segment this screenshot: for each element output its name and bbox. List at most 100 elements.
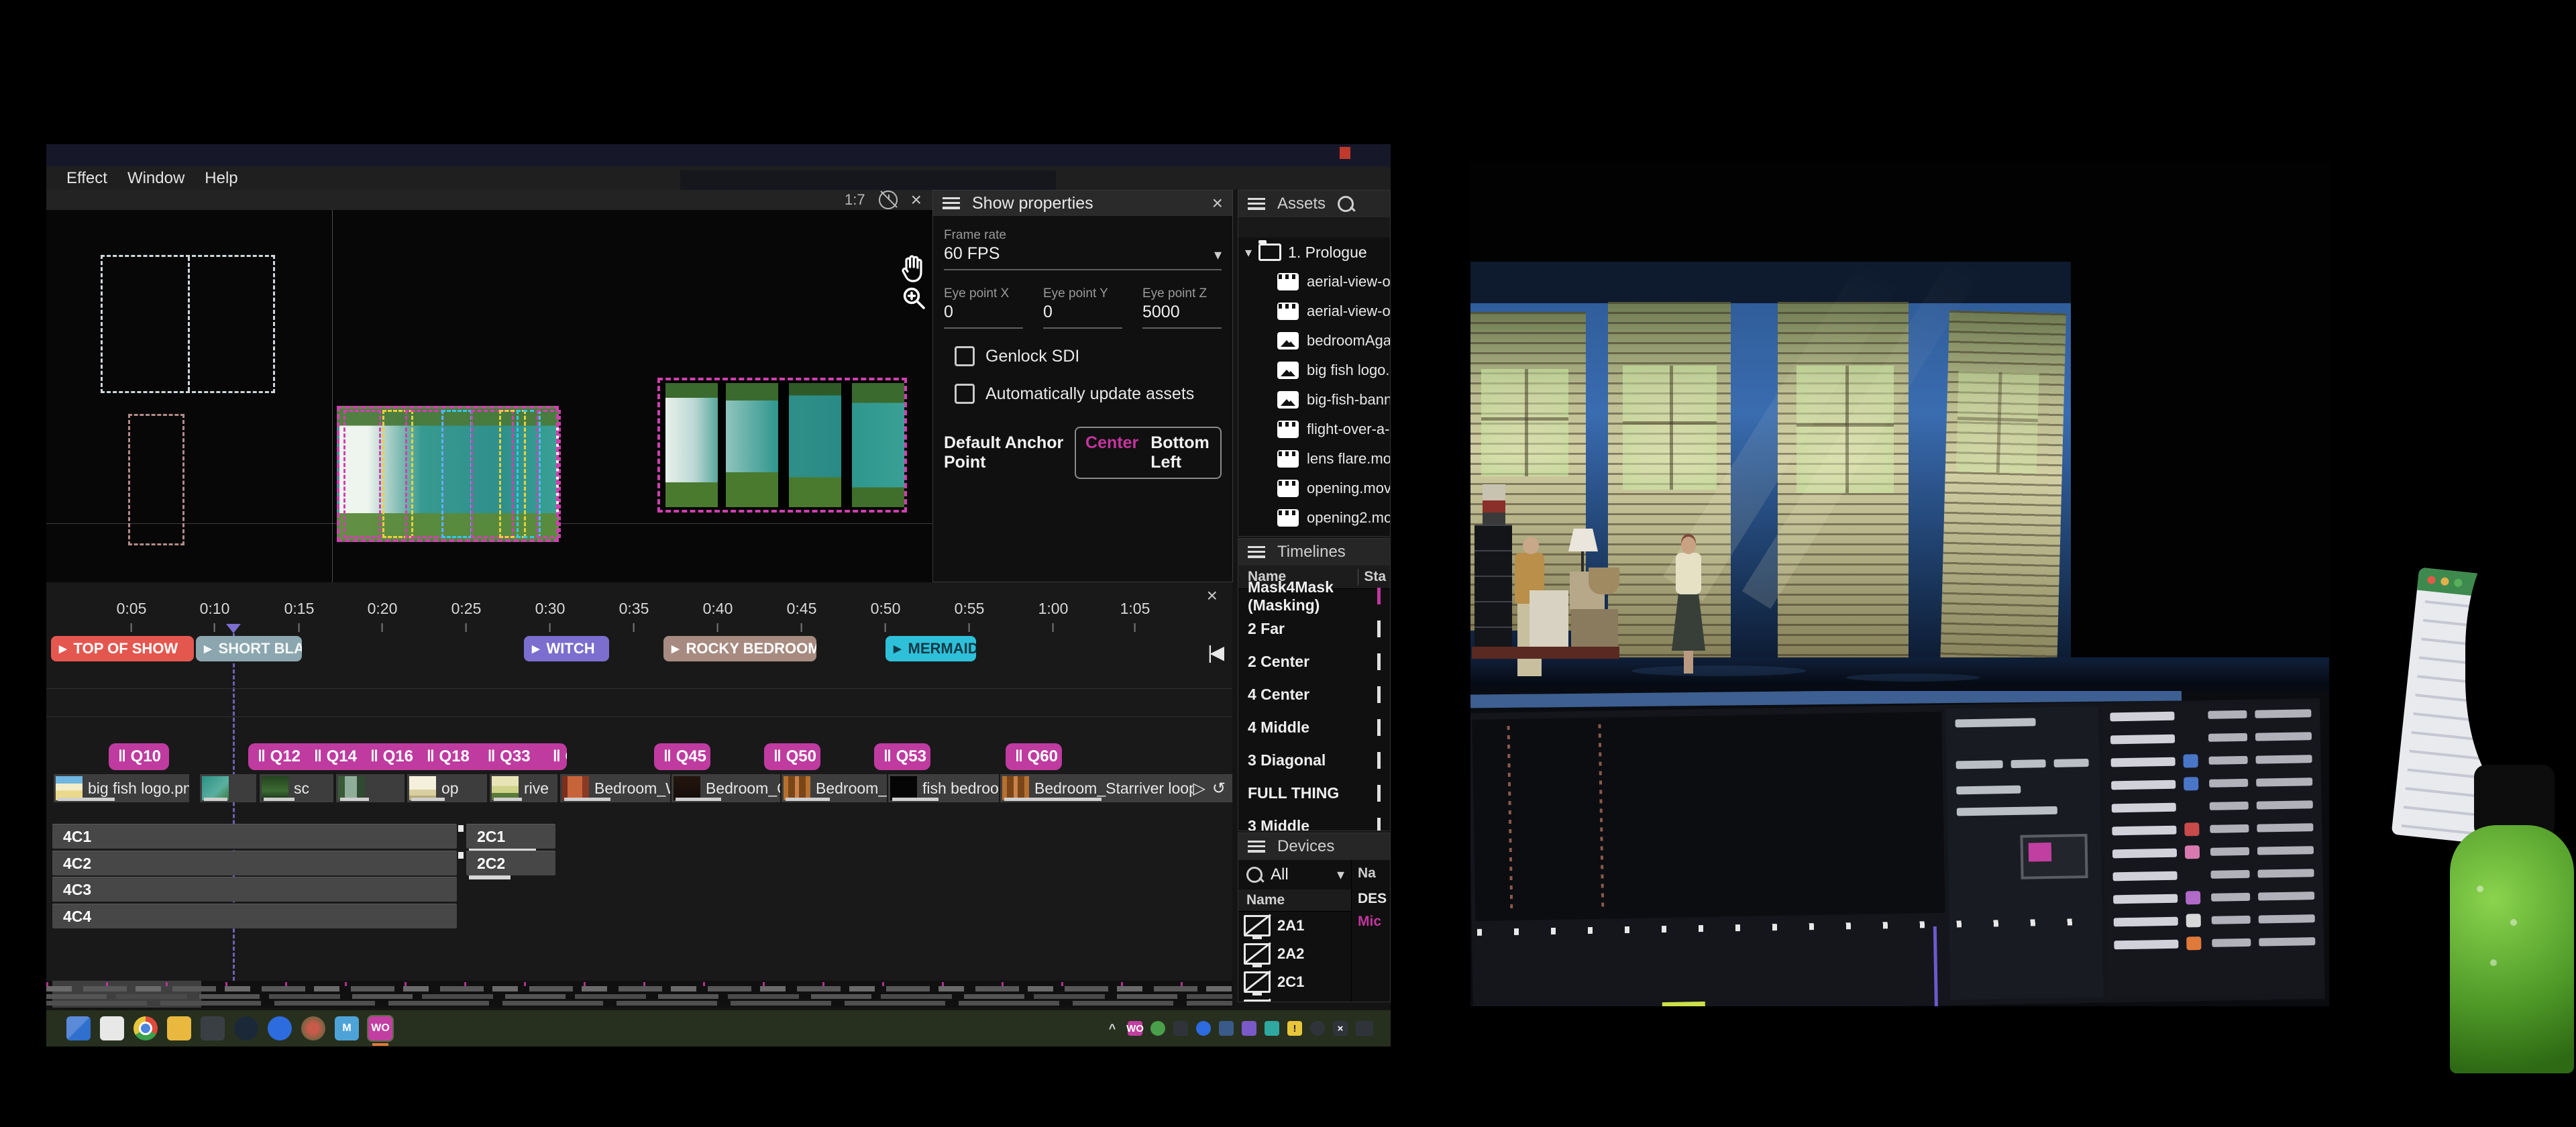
taskbar-icon-shield-app[interactable] <box>201 1016 225 1040</box>
media-clip[interactable]: ▷ ↺ <box>335 774 405 802</box>
anchor-bottom-left-option[interactable]: Bottom Left <box>1150 433 1211 472</box>
devices-column-header[interactable]: Name <box>1238 890 1351 912</box>
display-region-outline[interactable] <box>343 410 381 538</box>
taskbar-icon-media-app[interactable] <box>301 1016 325 1040</box>
search-icon[interactable] <box>1338 196 1354 212</box>
system-tray-icon-tray-volume-muted[interactable]: × <box>1333 1021 1348 1036</box>
media-clip[interactable]: rive ▷ ↺ <box>488 774 557 802</box>
timeline-dock[interactable]: × |◀ 0:05 0:10 0:15 0:20 0:25 <box>46 582 1232 981</box>
menu-item[interactable]: Help <box>205 169 237 188</box>
auto-update-checkbox-row[interactable]: Automatically update assets <box>955 384 1222 404</box>
track-block[interactable]: 4C1 <box>52 824 457 849</box>
cue-label-chip[interactable]: ▶ ROCKY BEDROOM <box>663 636 816 661</box>
timeline-row-FULL THING[interactable]: FULL THING <box>1238 777 1390 810</box>
river-media-layer-sliced[interactable] <box>657 378 907 513</box>
screen-outline-tall[interactable] <box>128 414 184 545</box>
screen-outline-pair[interactable] <box>101 255 275 393</box>
taskbar-icon-m-app[interactable]: M <box>335 1016 359 1040</box>
cue-label-chip[interactable]: ▶ TOP OF SHOW <box>51 636 194 661</box>
asset-item-aerial-view-of-stu[interactable]: aerial-view-of-stu <box>1238 297 1390 326</box>
cue-pause-block[interactable]: ‖ Q53 <box>874 743 930 770</box>
cue-label-chip[interactable]: ▶ MERMAID <box>885 636 976 661</box>
river-media-layer[interactable] <box>337 406 559 542</box>
taskbar-icon-blue-app[interactable] <box>268 1016 292 1040</box>
panel-menu-icon[interactable] <box>943 197 960 209</box>
track-block[interactable]: 4C4 <box>52 904 457 928</box>
track-block[interactable]: 4C2 <box>52 851 457 875</box>
asset-item-big-fish-banner.jp[interactable]: big-fish-banner.jp <box>1238 385 1390 415</box>
asset-item-opening.mov[interactable]: opening.mov <box>1238 474 1390 503</box>
taskbar-icon-steam[interactable] <box>234 1016 258 1040</box>
stage-canvas[interactable]: 1:7 × <box>46 190 933 582</box>
genlock-checkbox-row[interactable]: Genlock SDI <box>955 346 1222 366</box>
timer-icon[interactable] <box>879 191 898 209</box>
taskbar-icon-watchout[interactable]: WO <box>368 1016 392 1040</box>
track-block-2c[interactable]: 2C2 <box>466 851 555 875</box>
taskbar-icon-file-explorer[interactable] <box>167 1016 191 1040</box>
system-tray-icon-tray-blue-square[interactable] <box>1219 1021 1234 1036</box>
device-row-2A2[interactable]: 2A2 <box>1238 940 1351 968</box>
media-clip[interactable]: ▷ ↺ <box>199 774 256 802</box>
system-tray-icon-tray-expand[interactable]: ^ <box>1105 1021 1120 1036</box>
clip-play-icon[interactable]: ▷ <box>1193 779 1205 798</box>
timeline-row-2 Far[interactable]: 2 Far <box>1238 612 1390 645</box>
devices-filter[interactable]: All ▾ <box>1238 860 1351 890</box>
system-tray-icon-tray-bluetooth[interactable] <box>1196 1021 1211 1036</box>
chevron-down-icon[interactable]: ▾ <box>1214 246 1222 264</box>
eye-point-y-field[interactable]: Eye point Y 0 <box>1043 286 1122 329</box>
twisty-icon[interactable]: ▾ <box>1245 244 1252 261</box>
media-clip[interactable]: Bedroom_Starriver loop.mov ▷ ↺ <box>999 774 1232 802</box>
track-block[interactable]: 4C3 <box>52 877 457 902</box>
media-clip[interactable]: Bedroom_Witch_S ▷ ↺ <box>559 774 670 802</box>
panel-menu-icon[interactable] <box>1248 546 1265 558</box>
device-row-2C1[interactable]: 2C1 <box>1238 968 1351 996</box>
display-region-outline[interactable] <box>441 410 472 538</box>
panel-menu-icon[interactable] <box>1248 841 1265 853</box>
system-tray-icon-tray-camera[interactable] <box>1173 1021 1188 1036</box>
frame-rate-field[interactable]: Frame rate 60 FPS ▾ <box>944 228 1222 270</box>
asset-item-big fish logo.png[interactable]: big fish logo.png <box>1238 356 1390 385</box>
timeline-row-3 Diagonal[interactable]: 3 Diagonal <box>1238 744 1390 777</box>
system-tray-icon-tray-green[interactable] <box>1150 1021 1165 1036</box>
cue-label-chip[interactable]: ▶ WITCH <box>524 636 609 661</box>
cue-pause-block[interactable]: ‖ Q60 <box>1006 743 1062 770</box>
menu-item[interactable]: Effect <box>66 169 107 188</box>
timeline-overview-strip[interactable] <box>46 981 1232 1008</box>
skip-to-start-icon[interactable]: |◀ <box>1208 641 1222 663</box>
cue-label-chip[interactable]: ▶ SHORT BLACKOUT <box>196 636 302 661</box>
panel-close-button[interactable]: × <box>1212 194 1223 213</box>
devices-right-col-header[interactable]: Na <box>1358 865 1376 881</box>
cue-pause-block[interactable]: ‖ Q45 <box>654 743 710 770</box>
system-tray-icon-tray-purple[interactable] <box>1242 1021 1256 1036</box>
playhead-line[interactable] <box>233 633 235 981</box>
pan-hand-tool[interactable] <box>900 254 926 286</box>
cue-pause-block[interactable]: ‖ Q12 ‖ Q14 ‖ Q16 ‖ Q18 ‖ Q33 ‖ Q40 <box>248 743 567 770</box>
canvas-close-button[interactable]: × <box>911 191 922 209</box>
cue-pause-block[interactable]: ‖ Q10 <box>109 743 169 770</box>
timeline-row-4 Middle[interactable]: 4 Middle <box>1238 711 1390 744</box>
display-region-outline[interactable] <box>537 410 561 538</box>
panel-menu-icon[interactable] <box>1248 198 1265 210</box>
taskbar-icon-chrome[interactable] <box>133 1016 158 1040</box>
media-clip[interactable]: fish bedroom 2 ▷ ↺ <box>887 774 999 802</box>
asset-item-aerial-view-of-a-c[interactable]: aerial-view-of-a-c <box>1238 267 1390 297</box>
clip-loop-icon[interactable]: ↺ <box>1212 779 1226 798</box>
device-row-2C2[interactable]: 2C2 <box>1238 996 1351 1002</box>
eye-point-z-field[interactable]: Eye point Z 5000 <box>1142 286 1222 329</box>
asset-item-flight-over-a-mou[interactable]: flight-over-a-mou <box>1238 415 1390 444</box>
device-row-2A1[interactable]: 2A1 <box>1238 912 1351 940</box>
zoom-tool[interactable] <box>901 285 926 315</box>
eye-point-x-field[interactable]: Eye point X 0 <box>944 286 1023 329</box>
media-clip[interactable]: op ▷ ↺ <box>406 774 487 802</box>
timeline-row-2 Center[interactable]: 2 Center <box>1238 645 1390 678</box>
taskbar-icon-document-app[interactable] <box>100 1016 124 1040</box>
display-region-outline[interactable] <box>405 410 444 538</box>
media-clip[interactable]: sc ▷ ↺ <box>258 774 333 802</box>
system-tray-icon-tray-warning[interactable]: ! <box>1287 1021 1302 1036</box>
checkbox-icon[interactable] <box>955 384 975 404</box>
timeline-close-button[interactable]: × <box>1207 586 1218 605</box>
track-block-2c[interactable]: 2C1 <box>466 824 555 849</box>
timeline-row-3 Middle[interactable]: 3 Middle <box>1238 810 1390 831</box>
media-clip[interactable]: big fish logo.pn ▷ ↺ <box>52 774 189 802</box>
anchor-point-segmented-control[interactable]: Center Bottom Left <box>1075 427 1222 479</box>
